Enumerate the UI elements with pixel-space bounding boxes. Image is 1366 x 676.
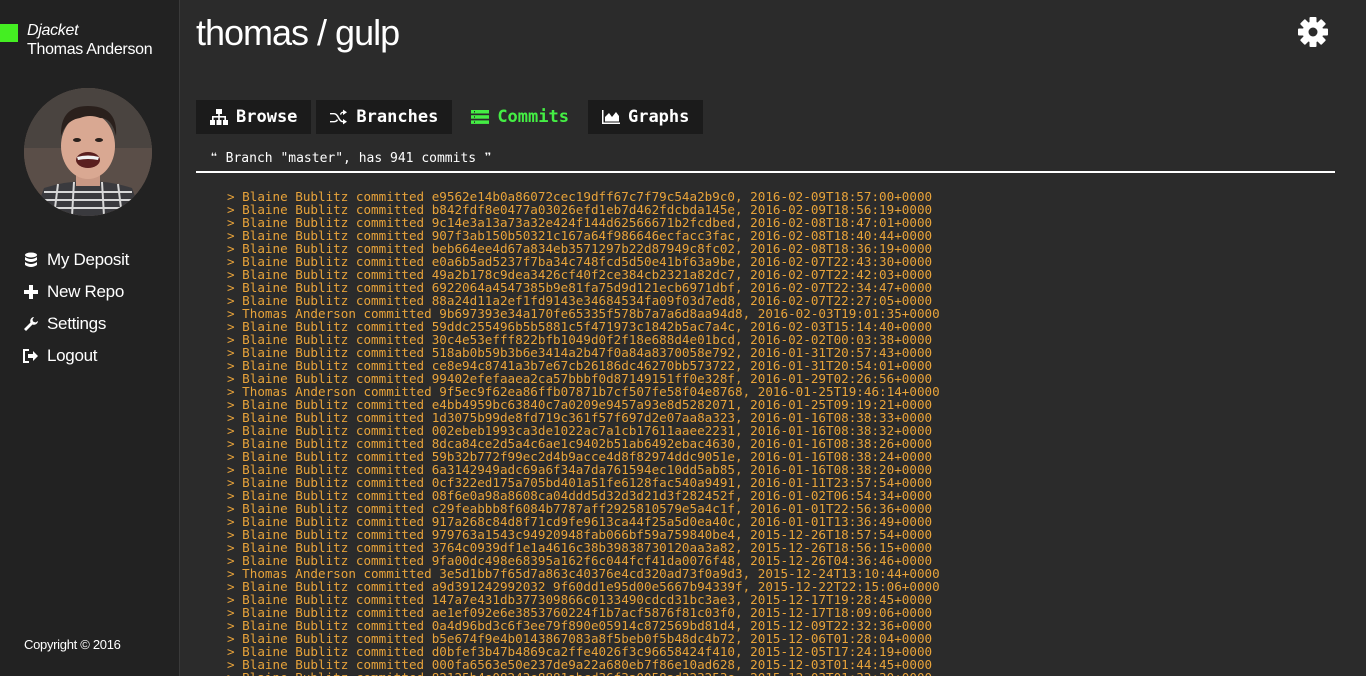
commit-list-item[interactable]: > Thomas Anderson committed 9b697393e34a…	[227, 307, 1327, 320]
tab-label: Browse	[236, 107, 298, 127]
tab-label: Graphs	[627, 107, 690, 127]
commit-list-item[interactable]: > Blaine Bublitz committed c29feabbb8f60…	[227, 502, 1327, 515]
commit-list-item[interactable]: > Blaine Bublitz committed 000fa6563e50e…	[227, 658, 1327, 671]
sidebar-item-label: Logout	[47, 346, 98, 365]
commit-list-item[interactable]: > Blaine Bublitz committed beb664ee4d67a…	[227, 242, 1327, 255]
brand-name[interactable]: Djacket	[27, 22, 79, 40]
commit-list-item[interactable]: > Blaine Bublitz committed 907f3ab150b50…	[227, 229, 1327, 242]
commit-list-item[interactable]: > Blaine Bublitz committed 979763a1543c9…	[227, 528, 1327, 541]
commit-list-item[interactable]: > Blaine Bublitz committed 8dca84ce2d5a4…	[227, 437, 1327, 450]
commit-list-item[interactable]: > Blaine Bublitz committed e0a6b5ad5237f…	[227, 255, 1327, 268]
sign-out-icon	[22, 347, 40, 365]
commit-list-item[interactable]: > Blaine Bublitz committed 9fa00dc498e68…	[227, 554, 1327, 567]
shuffle-icon	[330, 108, 348, 126]
sidebar-item-settings[interactable]: Settings	[22, 308, 129, 340]
sidebar-item-my-deposit[interactable]: My Deposit	[22, 244, 129, 276]
branch-info-text: Branch "master", has 941 commits	[225, 151, 477, 166]
area-chart-icon	[601, 108, 620, 126]
commit-list-item[interactable]: > Thomas Anderson committed 3e5d1bb7f65d…	[227, 567, 1327, 580]
commit-list-item[interactable]: > Blaine Bublitz committed e9562e14b0a86…	[227, 190, 1327, 203]
sitemap-icon	[210, 108, 228, 126]
commit-list-item[interactable]: > Blaine Bublitz committed 99402efefaaea…	[227, 372, 1327, 385]
commit-list-item[interactable]: > Blaine Bublitz committed 6922064a45473…	[227, 281, 1327, 294]
avatar-portrait	[24, 88, 152, 216]
commit-list-item[interactable]: > Blaine Bublitz committed 1d3075b99de8f…	[227, 411, 1327, 424]
commit-list-item[interactable]: > Blaine Bublitz committed b5e674f9e4b01…	[227, 632, 1327, 645]
commit-list-item[interactable]: > Blaine Bublitz committed e4bb4959bc638…	[227, 398, 1327, 411]
commit-list-item[interactable]: > Blaine Bublitz committed 518ab0b59b3b6…	[227, 346, 1327, 359]
commit-list-item[interactable]: > Blaine Bublitz committed 82125b4e08243…	[227, 671, 1327, 676]
avatar	[24, 88, 152, 216]
sidebar-item-label: My Deposit	[47, 250, 130, 269]
user-name: Thomas Anderson	[27, 41, 153, 58]
branch-info: ❝ Branch "master", has 941 commits ❞	[210, 151, 492, 166]
commit-list-item[interactable]: > Blaine Bublitz committed 59b32b772f99e…	[227, 450, 1327, 463]
quote-left-icon: ❝	[210, 151, 226, 166]
commit-list-item[interactable]: > Blaine Bublitz committed 6a3142949adc6…	[227, 463, 1327, 476]
commit-list-item[interactable]: > Blaine Bublitz committed 0a4d96bd3c6f3…	[227, 619, 1327, 632]
list-icon	[471, 108, 490, 126]
commit-list-item[interactable]: > Blaine Bublitz committed a9d3912429920…	[227, 580, 1327, 593]
gear-icon[interactable]	[1297, 16, 1329, 48]
commit-list-item[interactable]: > Blaine Bublitz committed 3764c0939df1e…	[227, 541, 1327, 554]
database-icon	[22, 251, 40, 269]
sidebar: Djacket Thomas Anderson My Deposit New R…	[0, 0, 180, 676]
page-title: thomas / gulp	[196, 12, 400, 53]
sidebar-item-new-repo[interactable]: New Repo	[22, 276, 129, 308]
sidebar-item-logout[interactable]: Logout	[22, 340, 129, 372]
commit-list-item[interactable]: > Blaine Bublitz committed 147a7e431db37…	[227, 593, 1327, 606]
commit-list-item[interactable]: > Blaine Bublitz committed 917a268c84d8f…	[227, 515, 1327, 528]
commit-list-item[interactable]: > Blaine Bublitz committed 0cf322ed175a7…	[227, 476, 1327, 489]
tab-label: Commits	[497, 107, 569, 127]
brand-accent-bar	[0, 24, 18, 42]
commit-list-item[interactable]: > Blaine Bublitz committed 002ebeb1993ca…	[227, 424, 1327, 437]
tab-commits[interactable]: Commits	[457, 100, 583, 134]
sidebar-nav: My Deposit New Repo Settings Logout	[22, 244, 129, 372]
commit-list-item[interactable]: > Blaine Bublitz committed b842fdf8e0477…	[227, 203, 1327, 216]
plus-icon	[22, 283, 40, 301]
sidebar-item-label: Settings	[47, 314, 107, 333]
tab-label: Branches	[356, 107, 439, 127]
commit-list-item[interactable]: > Blaine Bublitz committed d0bfef3b47b48…	[227, 645, 1327, 658]
commit-list-item[interactable]: > Blaine Bublitz committed 88a24d11a2ef1…	[227, 294, 1327, 307]
tab-graphs[interactable]: Graphs	[587, 100, 704, 134]
commit-list-item[interactable]: > Thomas Anderson committed 9f5ec9f62ea8…	[227, 385, 1327, 398]
commit-list-item[interactable]: > Blaine Bublitz committed ce8e94c8741a3…	[227, 359, 1327, 372]
commit-list-item[interactable]: > Blaine Bublitz committed 49a2b178c9dea…	[227, 268, 1327, 281]
quote-right-icon: ❞	[476, 151, 492, 166]
tab-browse[interactable]: Browse	[196, 100, 312, 134]
commit-list-item[interactable]: > Blaine Bublitz committed 30c4e53efff82…	[227, 333, 1327, 346]
commit-list-item[interactable]: > Blaine Bublitz committed 9c14e3a13a73a…	[227, 216, 1327, 229]
commit-list-item[interactable]: > Blaine Bublitz committed 59ddc255496b5…	[227, 320, 1327, 333]
repo-tabs: Browse Branches Commits Graphs	[196, 100, 708, 134]
sidebar-item-label: New Repo	[47, 282, 124, 301]
tab-branches[interactable]: Branches	[316, 100, 453, 134]
wrench-icon	[22, 315, 40, 333]
divider	[196, 171, 1335, 173]
commit-list-item[interactable]: > Blaine Bublitz committed 08f6e0a98a860…	[227, 489, 1327, 502]
copyright: Copyright © 2016	[24, 637, 121, 652]
commit-list: > Blaine Bublitz committed e9562e14b0a86…	[227, 190, 1327, 676]
commit-list-item[interactable]: > Blaine Bublitz committed ae1ef092e6e38…	[227, 606, 1327, 619]
